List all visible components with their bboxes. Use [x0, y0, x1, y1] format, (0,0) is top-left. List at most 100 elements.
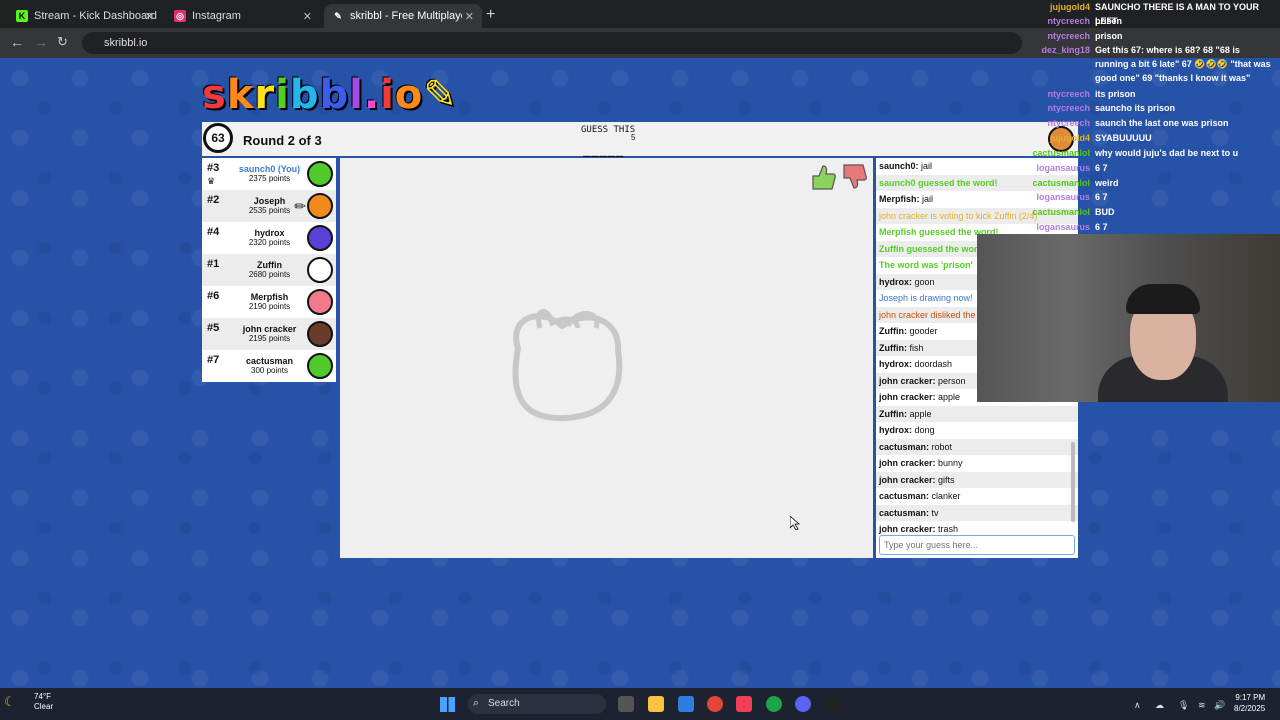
chat-message: cactusman: tv: [876, 504, 1078, 521]
stream-chat-text: sauncho its prison: [1095, 103, 1176, 113]
taskbar-search[interactable]: Search: [468, 694, 606, 714]
player-points: 2190 points: [248, 302, 291, 311]
stream-chat-user: cactusmanlol: [1032, 178, 1090, 188]
chrome-icon[interactable]: [707, 696, 723, 712]
canvas-drawing: [512, 309, 623, 422]
windows-start-icon[interactable]: [440, 697, 455, 712]
tab-skribbl[interactable]: ✎ skribbl - Free Multiplayer Draw ✕: [324, 4, 482, 28]
stream-chat-text: BUD: [1095, 207, 1115, 217]
tab-label: Stream - Kick Dashboard: [34, 10, 157, 22]
avatar: [307, 225, 333, 251]
mouse-cursor-icon: [790, 516, 800, 530]
avatar: [307, 289, 333, 315]
player-rank: #3: [207, 162, 220, 174]
stream-chat-text: its prison: [1095, 89, 1136, 99]
drawing-canvas[interactable]: [340, 158, 873, 558]
kick-icon: K: [16, 10, 28, 22]
reload-icon[interactable]: ↻: [57, 34, 68, 50]
player-list: #3 ♛ saunch0 (You) 2375 points #2 Joseph…: [202, 158, 336, 382]
thumbs-up-icon[interactable]: [809, 162, 837, 192]
chat-message: hydrox: dong: [879, 425, 935, 435]
thumbs-down-icon[interactable]: [840, 162, 868, 192]
player-rank: #1: [207, 258, 220, 270]
wifi-icon[interactable]: ≋: [1198, 700, 1206, 711]
stream-chat-user: jujugold4: [1050, 133, 1090, 143]
close-icon[interactable]: ✕: [465, 10, 474, 23]
word-length: 5: [631, 133, 636, 142]
back-icon[interactable]: ←: [10, 34, 24, 50]
player-name: saunch0 (You): [238, 164, 301, 174]
player-rank: #6: [207, 290, 220, 302]
weather-condition: Clear: [34, 702, 54, 711]
player-points: 2375 points: [248, 174, 291, 183]
stream-chat-user: dez_king18: [1041, 45, 1090, 55]
chat-message: john cracker: gifts: [876, 471, 1078, 488]
stream-chat-text: saunch the last one was prison: [1095, 118, 1229, 128]
search-icon: ⌕: [473, 697, 480, 709]
player-row[interactable]: #6 Merpfish 2190 points: [202, 286, 336, 318]
tab-label: Instagram: [192, 10, 241, 22]
round-indicator: Round 2 of 3: [243, 133, 322, 148]
stream-chat-user: logansaurus: [1036, 163, 1090, 173]
player-row[interactable]: #7 cactusman 300 points: [202, 350, 336, 382]
stream-chat-text: SYABUUUUU: [1095, 133, 1152, 143]
player-name: hydrox: [254, 228, 285, 238]
volume-icon[interactable]: 🔊: [1214, 700, 1225, 711]
stream-chat-text: Get this 67: where is 68? 68 "68 is runn…: [1095, 45, 1271, 83]
clock-date: 8/2/2025: [1234, 704, 1266, 713]
stream-chat-text: 6 7: [1095, 192, 1108, 202]
headphones-icon: [1126, 284, 1200, 314]
new-tab-button[interactable]: +: [486, 6, 495, 24]
task-view-icon[interactable]: [618, 696, 634, 712]
mic-icon[interactable]: 🎙: [1178, 700, 1189, 711]
player-row[interactable]: #4 hydrox 2320 points: [202, 222, 336, 254]
player-name: Merpfish: [250, 292, 289, 302]
chat-message: cactusman: clanker: [879, 491, 961, 501]
taskbar-clock[interactable]: 9:17 PM 8/2/2025: [1234, 692, 1265, 714]
player-points: 2680 points: [248, 270, 291, 279]
player-row[interactable]: #1 Zuffin 2680 points: [202, 254, 336, 286]
stream-chat-text: weird: [1095, 178, 1119, 188]
avatar: [307, 193, 333, 219]
store-icon[interactable]: [678, 696, 694, 712]
player-rank: #7: [207, 354, 220, 366]
stream-chat-user: ntycreech: [1047, 89, 1090, 99]
player-row[interactable]: #2 Joseph 2535 points ✏: [202, 190, 336, 222]
stream-chat-text: prison: [1095, 31, 1123, 41]
stream-chat-user: jujugold4: [1050, 2, 1090, 12]
player-name: john cracker: [242, 324, 297, 334]
file-explorer-icon[interactable]: [648, 696, 664, 712]
tab-kick-dashboard[interactable]: K Stream - Kick Dashboard ✕: [8, 4, 162, 28]
discord-icon[interactable]: [795, 696, 811, 712]
tray-chevron-icon[interactable]: ∧: [1134, 700, 1141, 711]
weather-widget[interactable]: 74°F Clear: [34, 692, 53, 712]
close-icon[interactable]: ✕: [145, 10, 154, 23]
chat-scrollbar[interactable]: [1071, 442, 1075, 522]
guess-input[interactable]: [879, 535, 1075, 555]
forward-icon[interactable]: →: [34, 34, 48, 50]
close-icon[interactable]: ✕: [303, 10, 312, 23]
url-text: skribbl.io: [104, 37, 148, 49]
instagram-icon: ◎: [174, 10, 186, 22]
url-field[interactable]: skribbl.io: [82, 32, 1022, 54]
player-points: 300 points: [251, 366, 288, 375]
player-row[interactable]: #5 john cracker 2195 points: [202, 318, 336, 350]
stream-chat-text: 6 7: [1095, 163, 1108, 173]
music-icon[interactable]: [736, 696, 752, 712]
weather-temp: 74°F: [34, 692, 51, 701]
avatar: [307, 257, 333, 283]
player-points: 2320 points: [248, 238, 291, 247]
word-blanks: _____: [583, 143, 625, 157]
cloud-icon[interactable]: ☁: [1155, 700, 1164, 711]
obs-icon[interactable]: [825, 696, 841, 712]
stream-chat-user: ntycreech: [1047, 16, 1090, 26]
stream-chat-user: ntycreech: [1047, 103, 1090, 113]
player-row[interactable]: #3 ♛ saunch0 (You) 2375 points: [202, 158, 336, 190]
player-points: 2195 points: [248, 334, 291, 343]
xbox-icon[interactable]: [766, 696, 782, 712]
chat-message: Zuffin: apple: [876, 405, 1078, 422]
timer-value: 63: [211, 131, 225, 145]
tab-instagram[interactable]: ◎ Instagram ✕: [166, 4, 320, 28]
stream-chat-user: cactusmanlol: [1032, 148, 1090, 158]
avatar: [307, 321, 333, 347]
